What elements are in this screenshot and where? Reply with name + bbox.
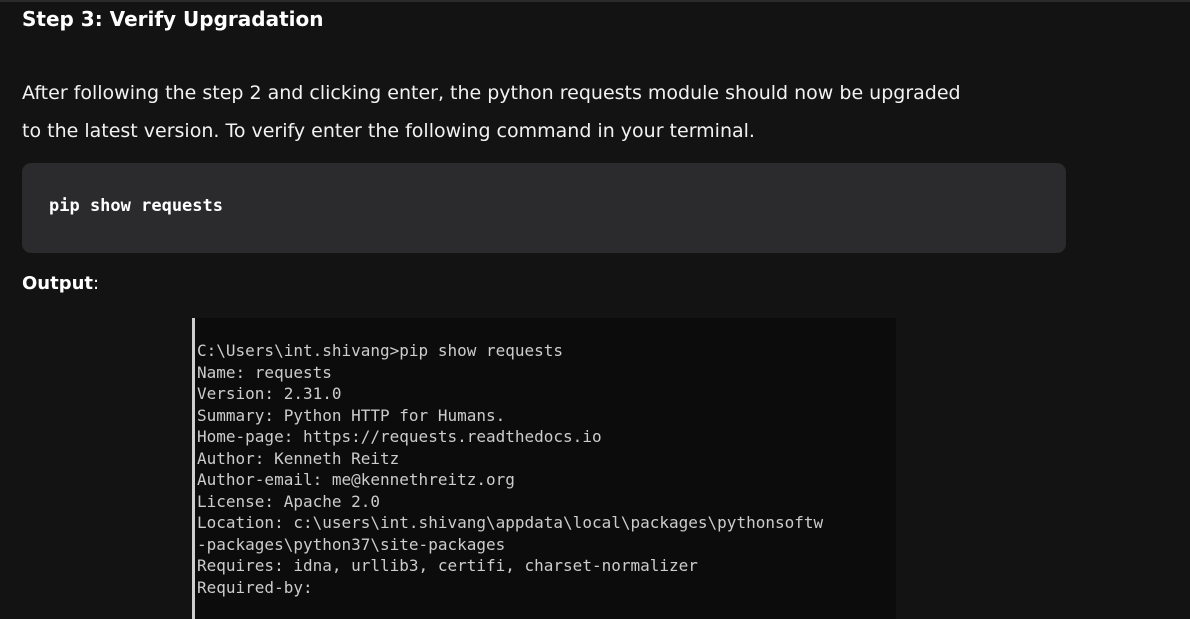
terminal-left-edge: [192, 318, 195, 619]
terminal-line-required-by: Required-by:: [197, 577, 313, 597]
terminal-line-requires: Requires: idna, urllib3, certifi, charse…: [197, 556, 698, 575]
terminal-output-screenshot: C:\Users\int.shivang>pip show requests N…: [192, 318, 896, 619]
terminal-line-summary: Summary: Python HTTP for Humans.: [197, 405, 506, 425]
terminal-line-prompt: C:\Users\int.shivang>pip show requests: [197, 341, 564, 360]
terminal-line-home-page: Home-page: https://requests.readthedocs.…: [197, 427, 602, 446]
output-label-text: Output: [22, 273, 94, 294]
code-command[interactable]: pip show requests: [49, 196, 223, 216]
paragraph-line-1: After following the step 2 and clicking …: [22, 82, 961, 104]
paragraph-line-2: to the latest version. To verify enter t…: [22, 120, 755, 142]
terminal-line-author-email: Author-email: me@kennethreitz.org: [197, 470, 515, 489]
output-label-colon: :: [93, 273, 100, 294]
terminal-line-location: Location: c:\users\int.shivang\appdata\l…: [197, 513, 824, 532]
output-label: Output:: [22, 271, 99, 297]
terminal-lines: C:\Users\int.shivang>pip show requests N…: [197, 340, 823, 598]
terminal-line-license: License: Apache 2.0: [197, 491, 381, 511]
terminal-line-version: Version: 2.31.0: [197, 384, 342, 403]
terminal-line-author: Author: Kenneth Reitz: [197, 448, 400, 468]
terminal-line-location-cont: -packages\python37\site-packages: [197, 534, 506, 554]
top-divider: [0, 0, 1190, 2]
terminal-line-name: Name: requests: [197, 362, 332, 382]
instruction-paragraph: After following the step 2 and clicking …: [22, 74, 1082, 150]
code-block[interactable]: pip show requests: [22, 163, 1066, 253]
section-heading: Step 3: Verify Upgradation: [22, 7, 324, 31]
